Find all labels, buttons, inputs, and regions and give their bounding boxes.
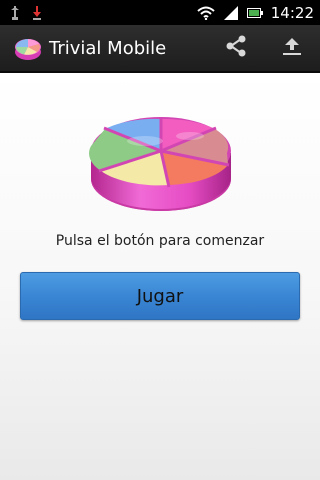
download-icon: [32, 5, 42, 20]
share-button[interactable]: [208, 24, 264, 72]
play-button[interactable]: Jugar: [20, 272, 300, 320]
main-content: Pulsa el botón para comenzar Jugar: [0, 73, 320, 480]
signal-icon: [223, 5, 239, 20]
trivial-cheese-logo: [85, 91, 237, 217]
usb-icon: [10, 5, 20, 20]
status-bar: 14:22: [0, 0, 320, 25]
battery-icon: [246, 7, 263, 19]
app-title: Trivial Mobile: [49, 37, 167, 59]
action-bar: Trivial Mobile: [0, 25, 320, 73]
app-logo-icon[interactable]: [13, 33, 43, 63]
clock: 14:22: [270, 3, 314, 22]
wifi-icon: [197, 6, 215, 20]
start-prompt: Pulsa el botón para comenzar: [55, 233, 265, 249]
upload-button[interactable]: [264, 24, 320, 72]
upload-icon: [280, 34, 304, 62]
share-icon: [224, 34, 248, 62]
